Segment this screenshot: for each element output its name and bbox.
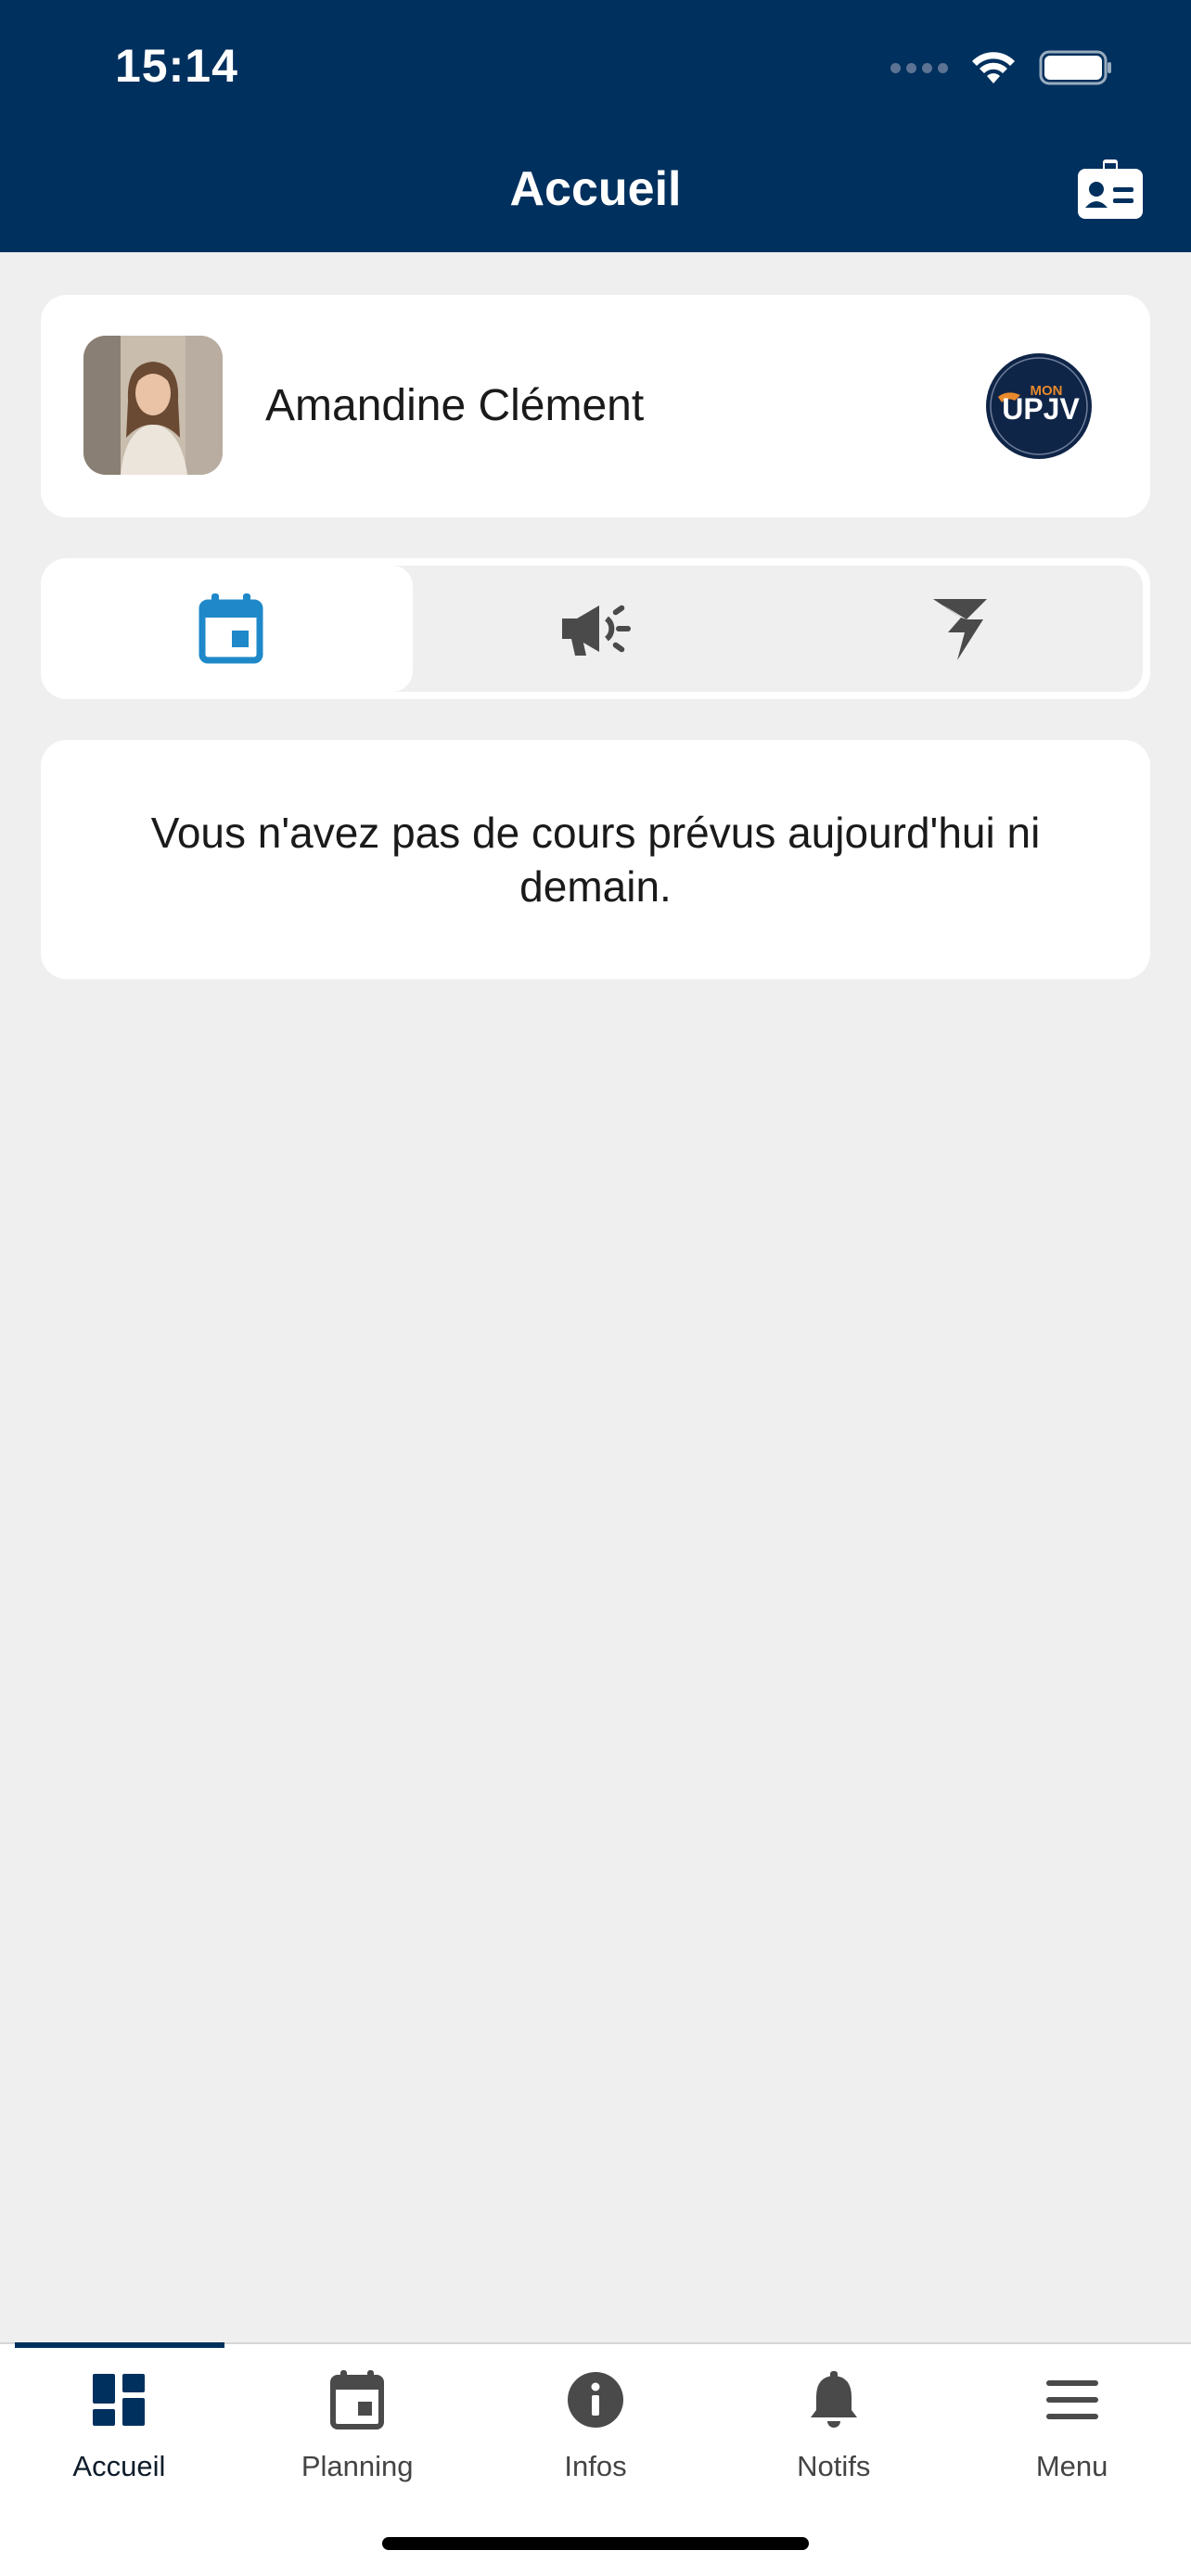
empty-schedule-message: Vous n'avez pas de cours prévus aujourd'… <box>150 809 1041 911</box>
app-header: 15:14 Accueil <box>0 0 1191 252</box>
bell-icon <box>810 2371 857 2428</box>
tab-schedule[interactable] <box>48 566 414 692</box>
info-icon <box>567 2372 623 2428</box>
nav-item-accueil[interactable]: Accueil <box>0 2344 238 2511</box>
avatar <box>83 336 223 475</box>
nav-label: Notifs <box>797 2450 871 2482</box>
battery-icon <box>1039 50 1113 85</box>
screen: 15:14 Accueil Amandine Clément MON UPJV … <box>0 0 1191 2576</box>
nav-label: Infos <box>564 2450 627 2482</box>
id-card-button[interactable] <box>1078 159 1143 219</box>
status-icons <box>890 45 1113 91</box>
empty-schedule-card: Vous n'avez pas de cours prévus aujourd'… <box>41 740 1150 979</box>
menu-icon <box>1045 2380 1098 2419</box>
page-title: Accueil <box>509 162 682 216</box>
nav-item-menu[interactable]: Menu <box>953 2344 1191 2511</box>
nav-label: Accueil <box>72 2450 166 2482</box>
nav-item-notifs[interactable]: Notifs <box>714 2344 953 2511</box>
home-tabs <box>41 558 1150 699</box>
megaphone-icon <box>561 605 631 656</box>
profile-name: Amandine Clément <box>265 381 645 430</box>
tab-quick-actions[interactable] <box>778 566 1143 692</box>
nav-label: Planning <box>301 2450 414 2482</box>
tab-announcements[interactable] <box>413 566 777 692</box>
calendar-icon <box>330 2370 385 2429</box>
status-time: 15:14 <box>115 40 238 92</box>
profile-card[interactable]: Amandine Clément MON UPJV <box>41 295 1150 517</box>
nav-item-planning[interactable]: Planning <box>238 2344 477 2511</box>
dashboard-icon <box>93 2374 146 2426</box>
calendar-icon <box>198 593 263 664</box>
id-card-icon <box>1078 159 1143 219</box>
nav-label: Menu <box>1035 2450 1108 2482</box>
wifi-icon <box>970 50 1017 85</box>
upjv-logo: MON UPJV <box>985 352 1093 460</box>
home-indicator[interactable] <box>382 2537 809 2550</box>
nav-item-infos[interactable]: Infos <box>477 2344 715 2511</box>
logo-text-upjv: UPJV <box>1002 392 1080 426</box>
bolt-icon <box>933 599 988 660</box>
cellular-signal-icon <box>890 62 948 73</box>
